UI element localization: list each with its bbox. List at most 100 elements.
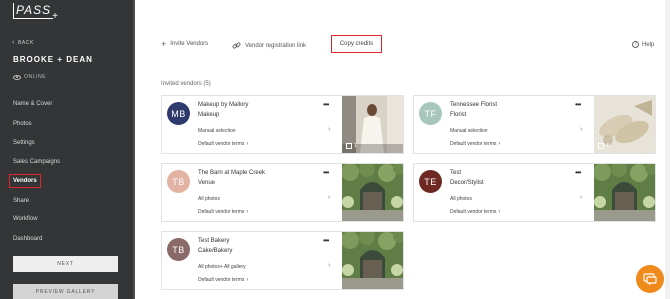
vendor-type: Cake/Bakery [198,248,233,254]
vendor-terms-link[interactable]: Default vendor terms › [198,277,248,283]
garden-arch-photo [594,164,655,221]
vendor-avatar: MB [167,102,190,125]
more-options-icon[interactable]: ••• [575,100,581,109]
invite-vendors-label: Invite Vendors [170,41,209,47]
photo-count-badge: 1 [346,143,357,149]
vendor-avatar: TF [419,102,442,125]
photos-stack-icon [598,143,604,149]
vendor-avatar: TB [167,170,190,193]
chevron-right-icon: › [246,141,249,147]
photo-selection[interactable]: All photos [198,196,220,202]
chat-icon [643,272,657,285]
photo-selection[interactable]: All photos [450,196,472,202]
logo-text: PASS [16,3,52,17]
photo-count: 1 [354,143,357,149]
more-options-icon[interactable]: ••• [575,168,581,177]
sidebar-item-workflow[interactable]: Workflow [13,216,38,222]
vendor-photo-thumbnail[interactable] [342,164,403,221]
vendor-photo-thumbnail[interactable]: 1 [342,96,403,153]
vendor-name: Test [450,170,462,176]
copy-credits-button[interactable]: Copy credits [331,35,382,53]
sidebar-item-share[interactable]: Share [13,198,29,204]
vendor-terms-label: Default vendor terms [450,141,497,147]
vendor-terms-label: Default vendor terms [450,209,497,215]
chevron-right-icon: › [246,277,249,283]
vendor-type: Florist [450,112,467,118]
sidebar-divider [133,0,135,299]
status-label: ONLINE [24,74,47,80]
sidebar-item-sales-campaigns[interactable]: Sales Campaigns [13,159,60,165]
more-options-icon[interactable]: ••• [323,100,329,109]
vendor-card[interactable]: TB Test Bakery Cake/Bakery ••• All photo… [161,231,404,290]
photo-selection[interactable]: All photos+ All gallery [198,264,246,270]
vendor-terms-link[interactable]: Default vendor terms › [450,141,500,147]
gallery-title: BROOKE + DEAN [13,55,93,64]
photo-count-badge: 4 [598,143,609,149]
vendor-name: Makeup by Mallory [198,102,249,108]
chevron-right-icon[interactable]: › [580,126,582,133]
sidebar: PASS + ‹ BACK BROOKE + DEAN ONLINE Name &… [0,0,133,299]
more-options-icon[interactable]: ••• [323,168,329,177]
invite-vendors-button[interactable]: + Invite Vendors [161,39,209,49]
vendor-card[interactable]: TB The Barn at Maple Creek Venue ••• All… [161,163,404,222]
photo-selection[interactable]: Manual selection [198,128,236,134]
vendor-terms-link[interactable]: Default vendor terms › [198,209,248,215]
help-icon: ? [632,41,639,48]
sidebar-item-vendors[interactable]: Vendors [9,174,41,188]
vendor-terms-link[interactable]: Default vendor terms › [450,209,500,215]
gallery-status[interactable]: ONLINE [13,74,46,80]
vendor-name: Test Bakery [198,238,230,244]
vendor-type: Decor/Stylist [450,180,484,186]
vendor-photo-thumbnail[interactable] [342,232,403,289]
vendor-name: Tennessee Florist [450,102,498,108]
chevron-right-icon[interactable]: › [328,194,330,201]
photo-selection[interactable]: Manual selection [450,128,488,134]
back-label: BACK [17,40,34,46]
help-button[interactable]: ? Help [632,41,654,48]
vendor-avatar: TB [167,238,190,261]
eye-icon [13,74,21,80]
vendor-photo-thumbnail[interactable] [594,164,655,221]
chat-button[interactable] [636,265,664,293]
vendor-name: The Barn at Maple Creek [198,170,266,176]
chevron-right-icon: › [246,209,249,215]
vendor-card[interactable]: TF Tennessee Florist Florist ••• Manual … [413,95,656,154]
sidebar-item-photos[interactable]: Photos [13,121,32,127]
chevron-right-icon[interactable]: › [328,262,330,269]
next-button[interactable]: NEXT [13,256,118,272]
sidebar-item-name-cover[interactable]: Name & Cover [13,101,52,107]
app-window: PASS + ‹ BACK BROOKE + DEAN ONLINE Name &… [0,0,670,299]
sidebar-item-dashboard[interactable]: Dashboard [13,236,42,242]
garden-arch-photo [342,232,403,289]
vendor-terms-label: Default vendor terms [198,209,245,215]
vendor-terms-label: Default vendor terms [198,277,245,283]
vendor-terms-label: Default vendor terms [198,141,245,147]
back-link[interactable]: ‹ BACK [12,39,34,46]
section-title: Invited vendors (5) [161,81,211,87]
vendor-type: Venue [198,180,216,186]
more-options-icon[interactable]: ••• [323,236,329,245]
chevron-right-icon[interactable]: › [580,194,582,201]
vendor-card[interactable]: MB Makeup by Mallory Makeup ••• Manual s… [161,95,404,154]
chevron-right-icon: › [498,209,501,215]
chevron-right-icon: › [498,141,501,147]
page-scrollbar[interactable] [665,0,670,299]
vendor-card[interactable]: TE Test Decor/Stylist ••• All photos › D… [413,163,656,222]
vendor-photo-thumbnail[interactable]: 4 [594,96,655,153]
vendor-registration-label: Vendor registration link [245,42,307,49]
chevron-right-icon[interactable]: › [328,126,330,133]
sidebar-item-settings[interactable]: Settings [13,140,35,146]
photo-count: 4 [606,143,609,149]
link-icon [232,42,241,49]
vendor-avatar: TE [419,170,442,193]
pass-logo[interactable]: PASS + [13,3,58,22]
help-label: Help [642,41,655,48]
garden-arch-photo [342,164,403,221]
logo-plus-icon: + [52,11,59,22]
vendor-registration-link-button[interactable]: Vendor registration link [232,41,306,50]
plus-icon: + [161,39,167,49]
vendor-terms-link[interactable]: Default vendor terms › [198,141,248,147]
preview-gallery-button[interactable]: PREVIEW GALLERY [13,284,118,299]
chevron-left-icon: ‹ [12,39,15,46]
photos-stack-icon [346,143,352,149]
